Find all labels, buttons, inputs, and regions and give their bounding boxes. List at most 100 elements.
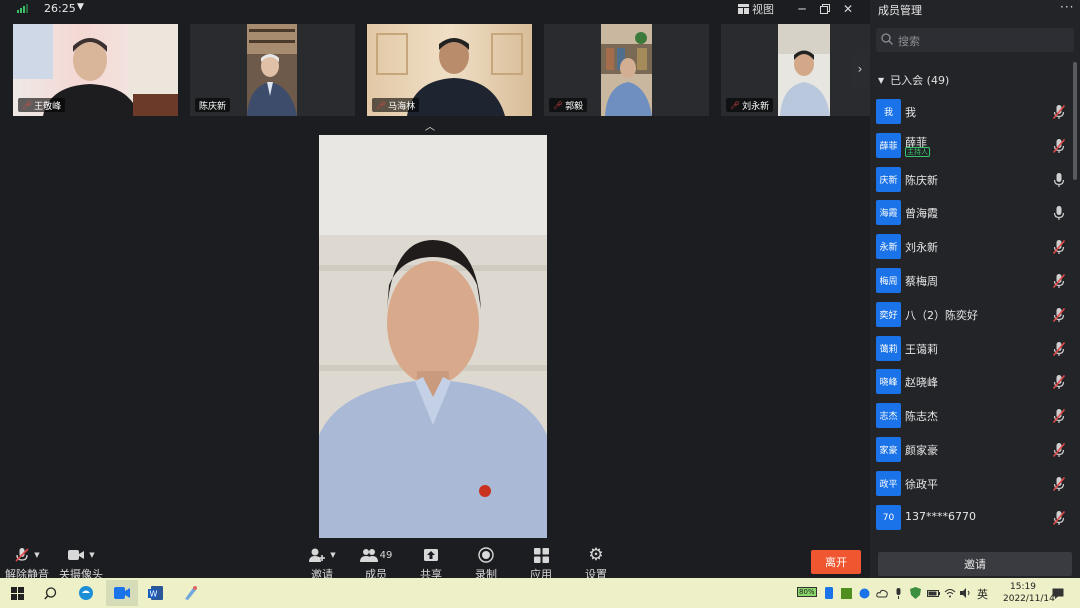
video-options-caret-icon[interactable]: ▼ bbox=[89, 551, 94, 559]
member-name: 刘永新 bbox=[905, 241, 938, 254]
member-row[interactable]: 我我 bbox=[876, 99, 1066, 125]
member-row[interactable]: 70 137****6770 bbox=[876, 505, 1066, 531]
mic-muted-icon[interactable] bbox=[1052, 341, 1066, 357]
minimize-button[interactable]: ─ bbox=[792, 0, 812, 18]
member-name: 颜家豪 bbox=[905, 444, 938, 457]
audio-options-caret-icon[interactable]: ▼ bbox=[34, 551, 39, 559]
participant-name: 王敬峰 bbox=[34, 101, 62, 112]
avatar: 奕好 bbox=[876, 302, 901, 327]
security-shield-icon[interactable] bbox=[908, 580, 922, 606]
mic-muted-icon[interactable] bbox=[1052, 408, 1066, 424]
clock-time: 15:19 bbox=[1010, 582, 1036, 592]
mic-icon[interactable] bbox=[1052, 172, 1066, 188]
member-row[interactable]: 晓峰 赵晓峰 bbox=[876, 369, 1066, 395]
participant-thumbnail[interactable]: 陈庆新 bbox=[190, 24, 355, 116]
share-button[interactable]: 共享 bbox=[404, 546, 458, 582]
member-name: 陈庆新 bbox=[905, 174, 938, 187]
member-row[interactable]: 海霞 曾海霞 bbox=[876, 200, 1066, 226]
mic-muted-icon[interactable] bbox=[1052, 476, 1066, 492]
share-screen-icon bbox=[424, 548, 438, 561]
member-list-scrollbar[interactable] bbox=[1073, 62, 1077, 180]
mic-muted-icon[interactable] bbox=[1052, 510, 1066, 526]
avatar: 海霞 bbox=[876, 200, 901, 225]
participant-video bbox=[778, 24, 830, 116]
mic-muted-icon[interactable] bbox=[1052, 442, 1066, 458]
more-options-icon[interactable]: ··· bbox=[1060, 0, 1074, 14]
joined-group-label: 已入会 (49) bbox=[890, 74, 950, 87]
record-button[interactable]: 录制 bbox=[459, 546, 513, 582]
mic-muted-icon[interactable] bbox=[1052, 273, 1066, 289]
participant-name-tag: 🎤︎ 郭毅 bbox=[549, 98, 588, 112]
edge-browser-icon[interactable] bbox=[75, 580, 97, 606]
grid-view-icon bbox=[738, 4, 749, 14]
stop-camera-button[interactable]: ▼ 关摄像头 bbox=[54, 546, 108, 582]
unmute-button[interactable]: ▼ 解除静音 bbox=[0, 546, 54, 582]
expand-caret-icon: ▼ bbox=[878, 75, 885, 85]
notification-center-icon[interactable] bbox=[1050, 580, 1066, 606]
apps-button[interactable]: 应用 bbox=[514, 546, 568, 582]
tray-mic-icon[interactable] bbox=[892, 580, 904, 606]
joined-group-header[interactable]: ▼ 已入会 (49) bbox=[878, 72, 949, 88]
view-button[interactable]: 视图 bbox=[738, 1, 774, 17]
member-row[interactable]: 奕好 八（2）陈奕好 bbox=[876, 302, 1066, 328]
member-row[interactable]: 梅周 蔡梅周 bbox=[876, 268, 1066, 294]
input-method-indicator[interactable]: 英 bbox=[977, 586, 988, 602]
member-name: 徐政平 bbox=[905, 478, 938, 491]
invite-toolbar-button[interactable]: ▼ 邀请 bbox=[295, 546, 349, 582]
leave-button[interactable]: 离开 bbox=[811, 550, 861, 574]
clock[interactable]: 15:19 2022/11/14 bbox=[1003, 581, 1055, 605]
meeting-info-caret-icon[interactable]: ▼ bbox=[77, 2, 84, 12]
mic-muted-icon[interactable] bbox=[1052, 104, 1066, 120]
apps-grid-icon bbox=[533, 547, 549, 563]
avatar: 永新 bbox=[876, 234, 901, 259]
mic-muted-icon[interactable] bbox=[1052, 374, 1066, 390]
record-icon bbox=[478, 547, 494, 563]
member-row[interactable]: 志杰 陈志杰 bbox=[876, 403, 1066, 429]
taskbar-search-icon[interactable] bbox=[40, 580, 60, 606]
members-button[interactable]: 49 成员 bbox=[349, 546, 403, 582]
meeting-timer: 26:25 bbox=[44, 2, 76, 15]
member-row[interactable]: 蔼莉 王蔼莉 bbox=[876, 336, 1066, 362]
nvidia-icon[interactable] bbox=[839, 580, 853, 606]
avatar: 梅周 bbox=[876, 268, 901, 293]
participant-name-tag: 🎤︎ 刘永新 bbox=[726, 98, 774, 112]
member-row[interactable]: 薛菲 薛菲 主持人 bbox=[876, 133, 1066, 159]
mic-muted-icon[interactable] bbox=[1052, 307, 1066, 323]
settings-button[interactable]: ⚙ 设置 bbox=[569, 545, 623, 582]
avatar: 庆新 bbox=[876, 167, 901, 192]
camera-icon bbox=[68, 550, 85, 560]
member-row[interactable]: 政平 徐政平 bbox=[876, 471, 1066, 497]
battery-icon[interactable] bbox=[926, 580, 940, 606]
next-page-chevron-icon[interactable]: › bbox=[851, 50, 869, 88]
tencent-meeting-taskbar-icon[interactable] bbox=[106, 580, 138, 606]
participant-thumbnail[interactable]: 🎤︎ 郭毅 bbox=[544, 24, 709, 116]
mic-muted-icon[interactable] bbox=[1052, 239, 1066, 255]
member-row[interactable]: 家豪 颜家豪 bbox=[876, 437, 1066, 463]
invite-button[interactable]: 邀请 bbox=[878, 552, 1072, 576]
app-tray-icon[interactable] bbox=[857, 580, 871, 606]
participant-thumbnail[interactable]: 🎤︎ 王敬峰 bbox=[13, 24, 178, 116]
participant-video bbox=[247, 24, 297, 116]
word-icon[interactable]: W bbox=[142, 580, 170, 606]
member-row[interactable]: 庆新 陈庆新 bbox=[876, 167, 1066, 193]
add-user-icon bbox=[309, 548, 326, 562]
cloud-icon[interactable] bbox=[875, 580, 889, 606]
bluetooth-icon[interactable] bbox=[824, 580, 834, 606]
paint-icon[interactable] bbox=[178, 580, 204, 606]
restore-icon bbox=[820, 4, 830, 14]
invite-options-caret-icon[interactable]: ▼ bbox=[330, 551, 335, 559]
mic-muted-icon[interactable] bbox=[1052, 138, 1066, 154]
close-button[interactable]: ✕ bbox=[838, 0, 858, 18]
windows-start-icon[interactable] bbox=[8, 580, 26, 606]
battery-indicator[interactable]: 80% bbox=[797, 587, 817, 597]
wifi-icon[interactable] bbox=[943, 580, 957, 606]
volume-icon[interactable] bbox=[959, 580, 973, 606]
collapse-strip-chevron-icon[interactable]: ︿ bbox=[425, 118, 435, 133]
participant-thumbnail[interactable]: 🎤︎ 马海林 bbox=[367, 24, 532, 116]
mic-icon[interactable] bbox=[1052, 205, 1066, 221]
restore-button[interactable] bbox=[815, 0, 835, 18]
members-count: 49 bbox=[379, 549, 393, 561]
member-row[interactable]: 永新 刘永新 bbox=[876, 234, 1066, 260]
participant-name: 郭毅 bbox=[565, 101, 584, 112]
avatar: 晓峰 bbox=[876, 369, 901, 394]
